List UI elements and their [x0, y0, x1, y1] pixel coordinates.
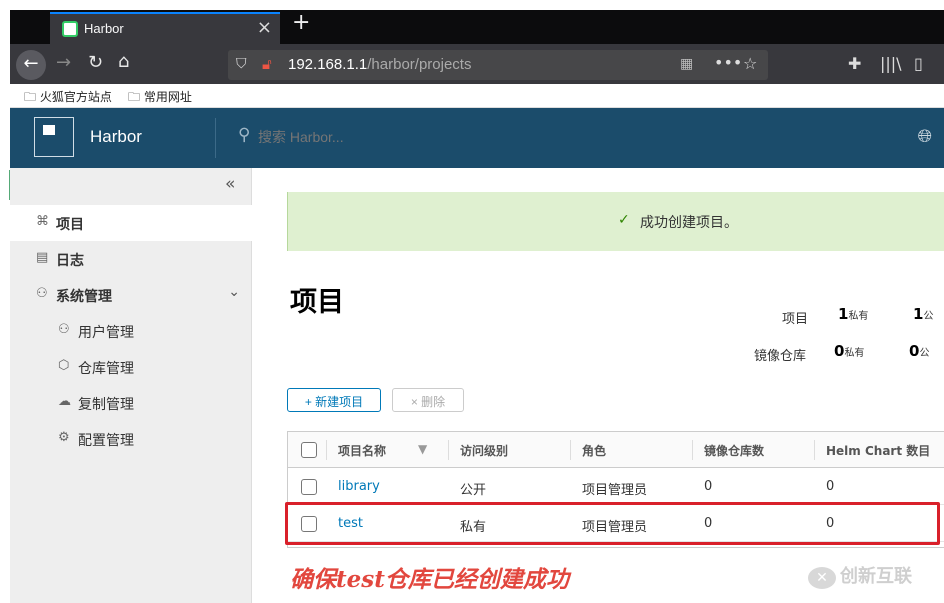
table-row[interactable]: library 公开 项目管理员 0 0	[288, 468, 944, 505]
harbor-logo[interactable]	[34, 117, 74, 157]
header-divider	[215, 118, 216, 158]
app-header: Harbor ⚲ 🌐︎	[10, 108, 944, 168]
tracking-shield-icon[interactable]: ⛉	[236, 56, 247, 72]
chart-count: 0	[826, 479, 835, 494]
highlight-box	[285, 502, 940, 545]
sidebar-item-label: 用户管理	[78, 325, 134, 341]
brand-name[interactable]: Harbor	[90, 127, 142, 147]
browser-tabstrip: Harbor × +	[10, 10, 944, 44]
library-icon[interactable]: |||\	[880, 54, 902, 73]
log-icon: ▤	[36, 250, 49, 265]
sidebar-item-admin[interactable]: ⚇ 系统管理 ⌄	[10, 277, 252, 313]
select-all-checkbox[interactable]	[301, 442, 317, 458]
repos-stat-label: 镜像仓库	[754, 349, 807, 364]
registry-icon: ⬡	[58, 358, 70, 373]
sidebar-item-label: 系统管理	[56, 289, 112, 305]
row-checkbox[interactable]	[301, 479, 317, 495]
url-text[interactable]: 192.168.1.1/harbor/projects	[288, 56, 471, 73]
new-project-button[interactable]: + 新建项目	[287, 388, 381, 412]
reload-button[interactable]: ↻	[88, 52, 103, 73]
project-icon: ⌘	[36, 214, 49, 229]
sidebar-item-configuration[interactable]: ⚙ 配置管理	[10, 421, 252, 457]
watermark-logo-icon: ✕	[808, 567, 836, 589]
tab-title: Harbor	[84, 21, 124, 36]
left-margin	[0, 0, 10, 603]
collapse-sidebar-icon[interactable]: «	[225, 174, 235, 194]
browser-tab[interactable]: Harbor ×	[50, 12, 280, 44]
repos-private-count: 0私有	[834, 342, 865, 360]
projects-public-count: 1公	[913, 305, 934, 323]
column-header-repos[interactable]: 镜像仓库数	[704, 442, 764, 459]
harbor-favicon-icon	[62, 21, 78, 37]
sidebar-toggle-icon[interactable]: ▯	[914, 54, 923, 73]
qr-code-icon[interactable]: ▦	[680, 56, 693, 72]
url-bar[interactable]: ⛉ 🔓︎ 192.168.1.1/harbor/projects ▦ ••• ☆	[228, 50, 768, 80]
watermark: ✕ 创新互联	[808, 562, 912, 589]
sidebar-item-label: 项目	[56, 217, 84, 233]
bookmarks-bar: 🗀︎ 火狐官方站点 🗀︎ 常用网址	[10, 84, 944, 108]
replication-icon: ☁	[58, 394, 71, 409]
page-title: 项目	[290, 287, 344, 318]
insecure-lock-icon[interactable]: 🔓︎	[262, 55, 272, 73]
role: 项目管理员	[582, 483, 648, 498]
column-header-role[interactable]: 角色	[582, 442, 606, 459]
search-icon: ⚲	[238, 125, 251, 145]
column-header-name[interactable]: 项目名称	[338, 442, 386, 459]
delete-button[interactable]: × 删除	[392, 388, 464, 412]
home-button[interactable]: ⌂	[118, 51, 129, 72]
chevron-down-icon: ⌄	[228, 284, 240, 300]
close-tab-icon[interactable]: ×	[257, 17, 272, 38]
filter-icon[interactable]: ▼	[418, 442, 427, 456]
sidebar-item-logs[interactable]: ▤ 日志	[10, 241, 252, 277]
column-header-access[interactable]: 访问级别	[460, 442, 508, 459]
sidebar: « ⌘ 项目 ▤ 日志 ⚇ 系统管理 ⌄ ⚇ 用户管理 ⬡ 仓库管理 ☁ 复制管…	[10, 168, 252, 603]
back-button[interactable]: ←	[16, 50, 46, 80]
success-alert: ✓ 成功创建项目。	[287, 192, 944, 251]
new-tab-button[interactable]: +	[292, 10, 310, 35]
bookmark-star-icon[interactable]: ☆	[743, 54, 757, 73]
success-check-icon: ✓	[618, 212, 630, 228]
column-header-charts[interactable]: Helm Chart 数目	[826, 442, 930, 459]
sidebar-item-users[interactable]: ⚇ 用户管理	[10, 313, 252, 349]
forward-button[interactable]: →	[56, 52, 71, 73]
browser-navbar: ← → ↻ ⌂ ⛉ 🔓︎ 192.168.1.1/harbor/projects…	[10, 44, 944, 84]
language-globe-icon[interactable]: 🌐︎	[918, 126, 932, 147]
config-icon: ⚙	[58, 430, 70, 445]
extensions-icon[interactable]: ✚	[848, 54, 861, 73]
users-icon: ⚇	[58, 322, 70, 337]
bookmark-firefox-official[interactable]: 🗀︎ 火狐官方站点	[24, 88, 112, 109]
sidebar-item-label: 配置管理	[78, 433, 134, 449]
alert-message: 成功创建项目。	[640, 215, 738, 231]
sidebar-item-label: 日志	[56, 253, 84, 269]
bookmark-common-sites[interactable]: 🗀︎ 常用网址	[128, 88, 192, 109]
sidebar-item-label: 复制管理	[78, 397, 134, 413]
sidebar-item-registries[interactable]: ⬡ 仓库管理	[10, 349, 252, 385]
search-input[interactable]	[258, 129, 558, 145]
project-name-link[interactable]: library	[338, 479, 380, 494]
access-level: 公开	[460, 483, 487, 498]
admin-icon: ⚇	[36, 286, 48, 301]
table-header: 项目名称 ▼ 访问级别 角色 镜像仓库数 Helm Chart 数目	[288, 432, 944, 468]
projects-private-count: 1私有	[838, 305, 869, 323]
repos-public-count: 0公	[909, 342, 930, 360]
sidebar-item-replication[interactable]: ☁ 复制管理	[10, 385, 252, 421]
projects-stat-label: 项目	[782, 312, 809, 327]
annotation-caption: 确保test仓库已经创建成功	[290, 566, 569, 593]
page-actions-icon[interactable]: •••	[714, 53, 742, 72]
sidebar-item-label: 仓库管理	[78, 361, 134, 377]
sidebar-item-projects[interactable]: ⌘ 项目	[10, 205, 252, 241]
repo-count: 0	[704, 479, 713, 494]
